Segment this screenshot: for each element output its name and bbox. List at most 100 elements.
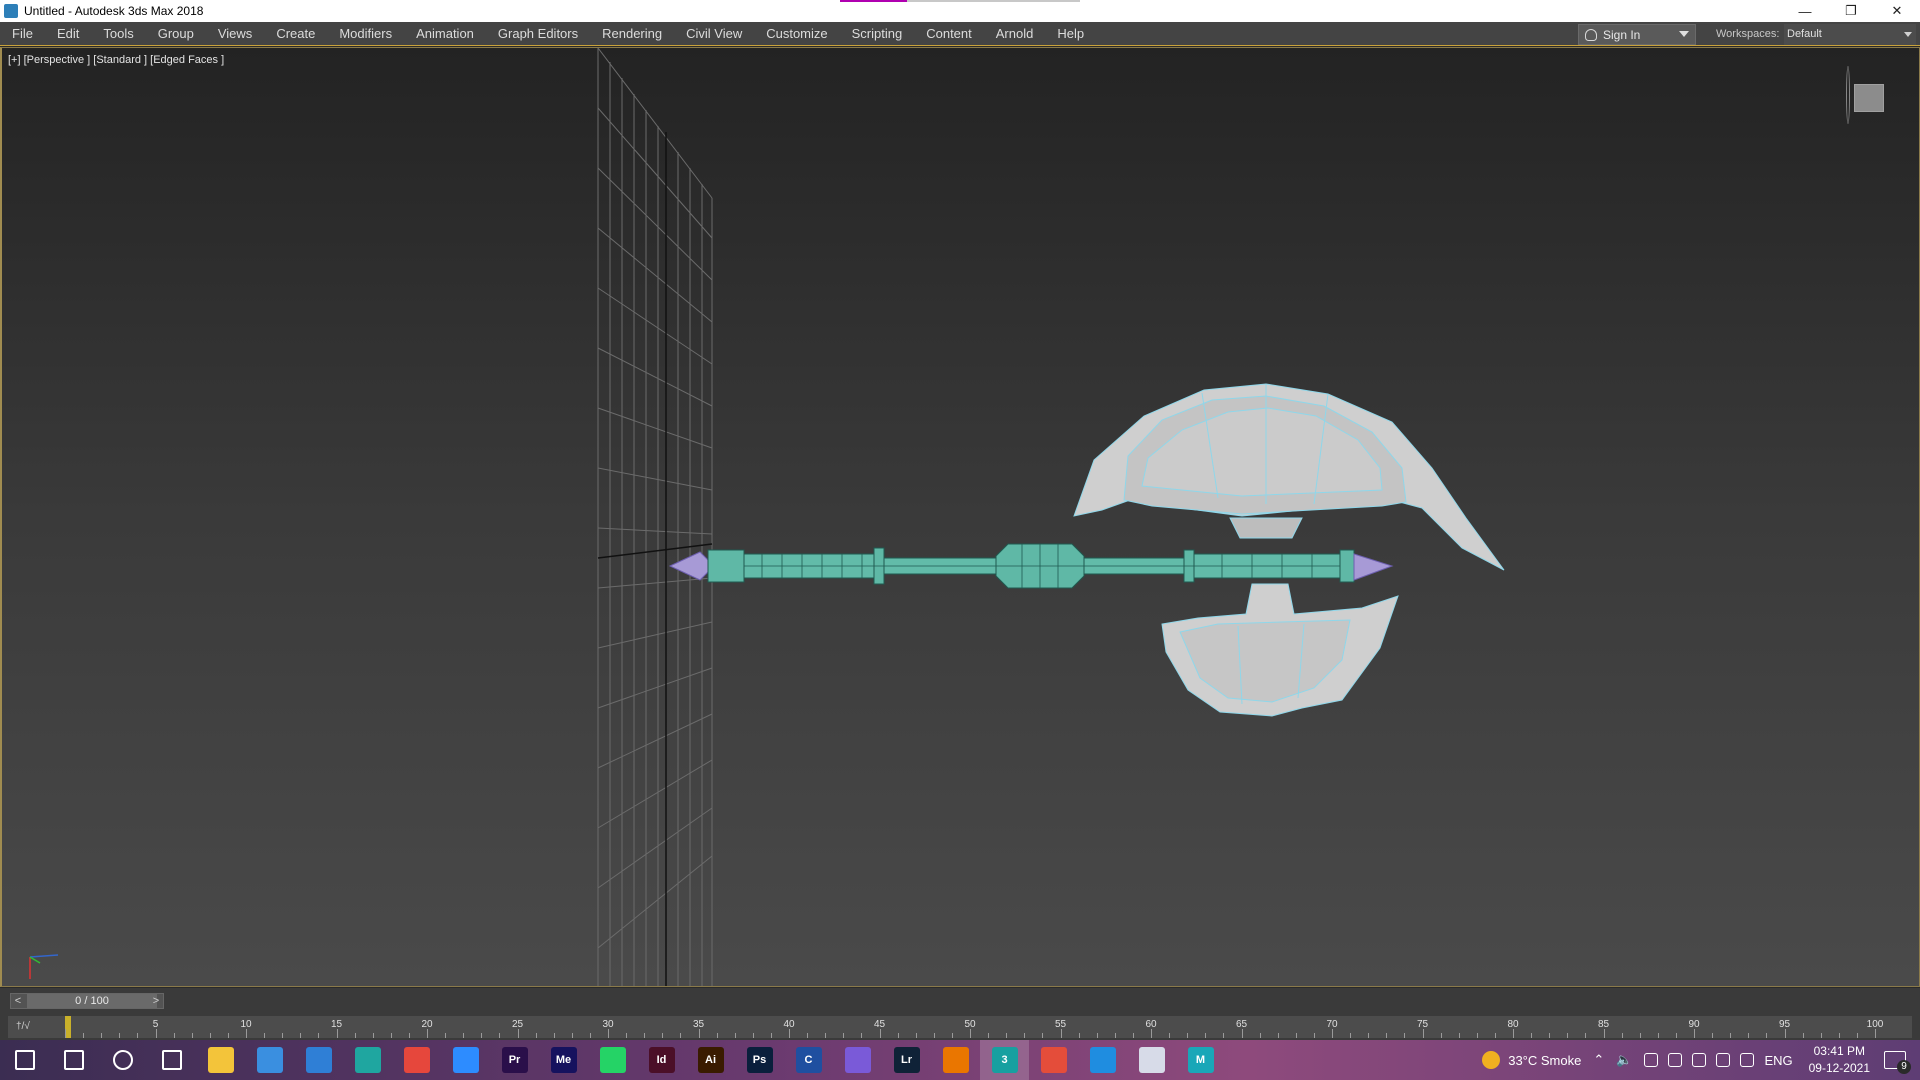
next-frame-button[interactable]: > [149, 994, 163, 1008]
frame-tick [1494, 1033, 1496, 1038]
sign-in-dropdown[interactable]: Sign In [1578, 24, 1696, 45]
premiere-icon-glyph: Pr [501, 1047, 528, 1073]
ie-icon[interactable] [1078, 1040, 1127, 1080]
premiere-icon[interactable]: Pr [490, 1040, 539, 1080]
whatsapp-icon[interactable] [588, 1040, 637, 1080]
frame-tick [1169, 1033, 1171, 1038]
search-icon[interactable] [49, 1040, 98, 1080]
frame-tick [988, 1033, 990, 1038]
perspective-viewport[interactable]: [+] [Perspective ] [Standard ] [Edged Fa… [0, 47, 1920, 987]
language-indicator[interactable]: ENG [1764, 1053, 1792, 1068]
frame-label: 100 [1866, 1019, 1884, 1030]
frame-tick [1458, 1033, 1460, 1038]
frame-tick [264, 1033, 266, 1038]
display-icon[interactable] [1740, 1053, 1755, 1067]
chevron-up-icon[interactable]: ⌃ [1593, 1052, 1604, 1068]
mail-icon[interactable] [294, 1040, 343, 1080]
menu-animation[interactable]: Animation [404, 22, 486, 46]
weather-text[interactable]: 33°C Smoke [1508, 1053, 1581, 1068]
menu-views[interactable]: Views [206, 22, 264, 46]
photoshop-icon[interactable]: Ps [735, 1040, 784, 1080]
network-icon[interactable] [1692, 1053, 1707, 1067]
frame-ruler[interactable]: 5 10 15 20 25 30 35 40 45 50 55 60 65 70 75 80 85 90 95 100 [65, 1016, 1883, 1038]
edge-icon[interactable] [343, 1040, 392, 1080]
menu-civil-view[interactable]: Civil View [674, 22, 754, 46]
frame-tick [1132, 1033, 1134, 1038]
chrome-icon[interactable] [1029, 1040, 1078, 1080]
onedrive-icon[interactable] [1668, 1053, 1683, 1067]
menu-content[interactable]: Content [914, 22, 984, 46]
time-slider[interactable]: < 0 / 100 > [10, 993, 164, 1009]
minimize-button[interactable]: — [1782, 0, 1828, 22]
restore-button[interactable]: ❐ [1828, 0, 1874, 22]
frame-tick [716, 1033, 718, 1038]
task-view-icon[interactable] [147, 1040, 196, 1080]
illustrator-icon[interactable]: Ai [686, 1040, 735, 1080]
clock-time: 03:41 PM [1813, 1044, 1865, 1058]
menu-group[interactable]: Group [146, 22, 206, 46]
lightroom-icon[interactable]: Lr [882, 1040, 931, 1080]
close-button[interactable]: ✕ [1874, 0, 1920, 22]
indesign-icon[interactable]: Id [637, 1040, 686, 1080]
volume-icon[interactable]: 🔈 [1616, 1052, 1632, 1068]
cortana-icon[interactable] [98, 1040, 147, 1080]
prev-frame-button[interactable]: < [11, 994, 25, 1008]
media-encoder-icon[interactable]: Me [539, 1040, 588, 1080]
chevron-down-icon [1904, 32, 1912, 37]
windows-start-icon[interactable] [0, 1040, 49, 1080]
globe-icon[interactable] [1716, 1053, 1731, 1067]
ccleaner-icon[interactable]: C [784, 1040, 833, 1080]
frame-tick [1277, 1033, 1279, 1038]
menu-modifiers[interactable]: Modifiers [327, 22, 404, 46]
indesign-icon-glyph: Id [648, 1047, 675, 1073]
battery-icon[interactable] [1644, 1053, 1659, 1067]
menu-help[interactable]: Help [1045, 22, 1096, 46]
menu-customize[interactable]: Customize [754, 22, 839, 46]
menu-tools[interactable]: Tools [91, 22, 145, 46]
title-bar: Untitled - Autodesk 3ds Max 2018 — ❐ ✕ [0, 0, 1920, 22]
frame-tick [1042, 1033, 1044, 1038]
snip-icon-glyph [844, 1047, 871, 1073]
time-slider-thumb[interactable]: 0 / 100 [27, 994, 157, 1008]
viewcube-ring[interactable] [1846, 66, 1850, 124]
menu-arnold[interactable]: Arnold [984, 22, 1046, 46]
3dsmax-icon[interactable]: 3 [980, 1040, 1029, 1080]
files-icon[interactable] [1127, 1040, 1176, 1080]
key-filter-icon[interactable]: †/√ [16, 1021, 30, 1032]
frame-tick [626, 1033, 628, 1038]
blender-icon[interactable] [931, 1040, 980, 1080]
snip-icon[interactable] [833, 1040, 882, 1080]
zoom-icon[interactable] [441, 1040, 490, 1080]
workspace-select[interactable]: Default [1784, 24, 1916, 45]
axe-handle [668, 543, 1394, 589]
anydesk-icon[interactable] [392, 1040, 441, 1080]
frame-tick [1567, 1033, 1569, 1038]
frame-tick [1856, 1033, 1858, 1038]
notifications-icon[interactable]: 9 [1884, 1051, 1911, 1074]
viewcube-box[interactable] [1854, 84, 1884, 112]
menu-create[interactable]: Create [264, 22, 327, 46]
menu-edit[interactable]: Edit [45, 22, 91, 46]
viewcube[interactable] [1840, 62, 1888, 124]
menu-file[interactable]: File [0, 22, 45, 46]
frame-tick [1694, 1029, 1695, 1038]
weather-icon[interactable] [1482, 1051, 1501, 1069]
lightroom-icon-glyph: Lr [893, 1047, 920, 1073]
ie-icon-glyph [1089, 1047, 1116, 1073]
menu-graph-editors[interactable]: Graph Editors [486, 22, 590, 46]
file-explorer-icon[interactable] [196, 1040, 245, 1080]
maya-icon[interactable]: M [1176, 1040, 1225, 1080]
frame-tick [1657, 1033, 1659, 1038]
frame-tick [1549, 1033, 1551, 1038]
menu-scripting[interactable]: Scripting [840, 22, 915, 46]
clock[interactable]: 03:41 PM 09-12-2021 [1809, 1043, 1870, 1077]
frame-tick [517, 1029, 519, 1038]
frame-tick [137, 1033, 139, 1038]
frame-label: 60 [1145, 1019, 1157, 1030]
store-icon[interactable] [245, 1040, 294, 1080]
frame-tick [1513, 1029, 1514, 1038]
frame-tick [1603, 1029, 1605, 1038]
menu-rendering[interactable]: Rendering [590, 22, 674, 46]
trackbar[interactable]: †/√ 5 10 15 20 25 30 35 40 45 50 55 60 65 70 75 80 85 90 9… [8, 1016, 1912, 1038]
frame-tick [644, 1033, 646, 1038]
